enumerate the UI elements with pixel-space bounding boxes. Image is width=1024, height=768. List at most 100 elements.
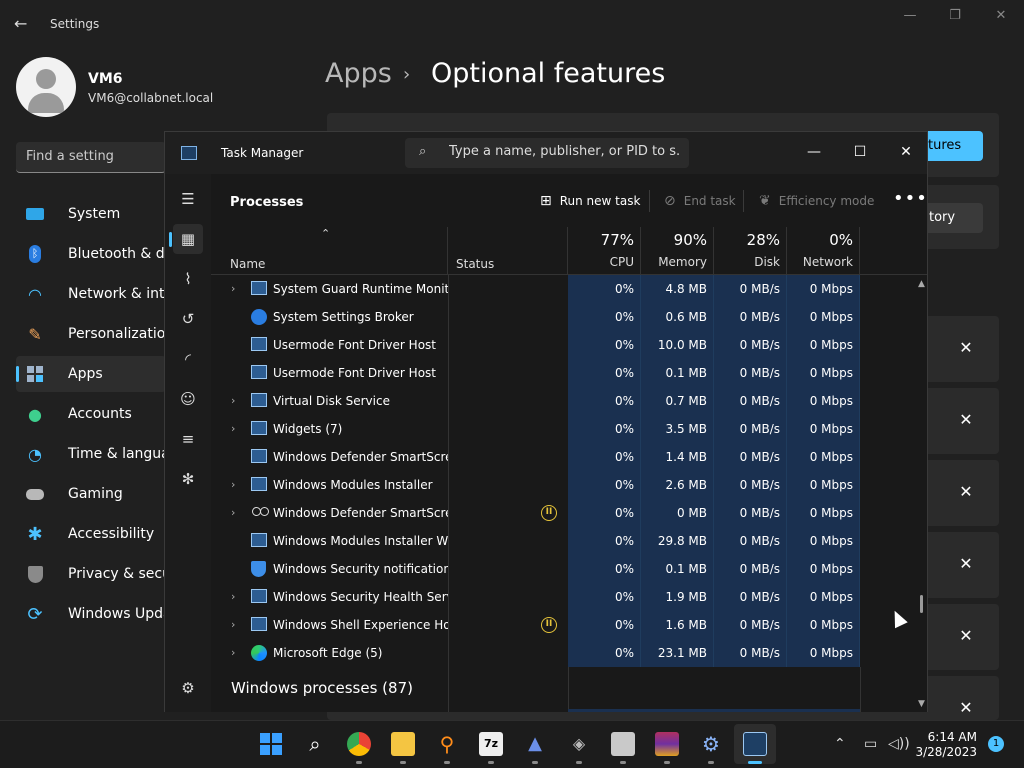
task-manager-titlebar[interactable]: Task Manager ⌕ — ☐ ✕ — [165, 132, 927, 174]
accessibility-icon: ✱ — [27, 523, 43, 545]
expand-chevron-icon[interactable]: › — [231, 394, 235, 407]
minimize-icon[interactable]: — — [791, 138, 837, 166]
windows-processes-group-header[interactable]: Windows processes (87) — [231, 679, 413, 697]
expand-chevron-icon[interactable]: › — [231, 282, 235, 295]
sidebar-item-accounts[interactable]: ● Accounts — [16, 396, 166, 432]
find-setting-input[interactable]: Find a setting — [16, 142, 166, 173]
sidebar-item-accessibility[interactable]: ✱ Accessibility — [16, 516, 166, 552]
table-row[interactable]: Usermode Font Driver Host 0% 0.1 MB 0 MB/s 0… — [211, 359, 927, 387]
clock-date[interactable]: 3/28/2023 — [915, 745, 977, 759]
sidebar-item-system[interactable]: System — [16, 196, 166, 232]
expand-chevron-icon[interactable]: › — [231, 478, 235, 491]
7zip-icon[interactable]: 7z — [479, 732, 503, 756]
disk-column-header[interactable]: 28% Disk — [714, 227, 787, 275]
network-cell: 0 Mbps — [787, 415, 860, 443]
remove-feature-icon[interactable]: ✕ — [952, 406, 980, 434]
scroll-down-icon[interactable]: ▼ — [918, 699, 925, 709]
expand-chevron-icon[interactable]: › — [231, 646, 235, 659]
app-history-tab-icon[interactable]: ↺ — [173, 304, 203, 334]
table-row[interactable]: › Windows Security Health Servi... 0%1.9 M… — [211, 583, 927, 611]
remove-feature-icon[interactable]: ✕ — [952, 622, 980, 650]
clock-time[interactable]: 6:14 AM — [915, 730, 977, 744]
inkscape-icon[interactable]: ▲ — [523, 732, 547, 756]
magnifier-app-icon[interactable]: ⚲ — [435, 732, 459, 756]
sidebar-item-bluetooth[interactable]: ᛒ Bluetooth & devi — [16, 236, 166, 272]
table-row[interactable]: ›Windows Defender SmartScreenII0%0 MB0 M… — [211, 499, 927, 527]
services-tab-icon[interactable]: ✻ — [173, 464, 203, 494]
table-row[interactable]: › Widgets (7) 0% 3.5 MB 0 MB/s 0 Mbps — [211, 415, 927, 443]
sidebar-item-gaming[interactable]: Gaming — [16, 476, 166, 512]
memory-cell: 10.0 MB — [641, 331, 714, 359]
processes-page: Processes ⊞ Run new task ⊘ End task ❦ Ef… — [211, 174, 927, 712]
remove-feature-icon[interactable]: ✕ — [952, 334, 980, 362]
maximize-icon[interactable]: ☐ — [837, 138, 883, 166]
remove-feature-icon[interactable]: ✕ — [952, 550, 980, 578]
processes-tab-icon[interactable]: ▦ — [169, 224, 203, 254]
app-cube-icon[interactable]: ◈ — [567, 732, 591, 756]
file-explorer-icon[interactable] — [391, 732, 415, 756]
expand-chevron-icon[interactable]: › — [231, 618, 235, 631]
memory-column-header[interactable]: 90% Memory — [641, 227, 714, 275]
chrome-icon[interactable] — [347, 732, 371, 756]
details-tab-icon[interactable]: ≡ — [173, 424, 203, 454]
scroll-up-icon[interactable]: ▲ — [918, 279, 925, 289]
process-search-input[interactable] — [449, 144, 681, 159]
settings-gear-icon[interactable]: ⚙ — [173, 673, 203, 703]
table-row[interactable]: Usermode Font Driver Host 0% 10.0 MB 0 MB/s… — [211, 331, 927, 359]
maximize-icon[interactable]: ❐ — [947, 8, 963, 24]
sidebar-item-privacy[interactable]: Privacy & security — [16, 556, 166, 592]
table-row[interactable]: Windows Security notification... 0% 0.1 MB… — [211, 555, 927, 583]
task-manager-taskbar-icon[interactable] — [743, 732, 767, 756]
efficiency-mode-button[interactable]: ❦ Efficiency mode — [759, 193, 874, 209]
close-icon[interactable]: ✕ — [883, 138, 929, 166]
users-tab-icon[interactable]: ☺ — [173, 384, 203, 414]
expand-chevron-icon[interactable]: › — [231, 506, 235, 519]
remove-feature-icon[interactable]: ✕ — [952, 478, 980, 506]
expand-chevron-icon[interactable]: › — [231, 590, 235, 603]
table-row[interactable]: › System Guard Runtime Monit... 0% 4.8 MB 0 … — [211, 275, 927, 303]
process-search-box[interactable]: ⌕ — [405, 138, 689, 168]
sidebar-item-network[interactable]: ◠ Network & intern — [16, 276, 166, 312]
sidebar-item-windows-update[interactable]: ⟳ Windows Update — [16, 596, 166, 632]
volume-icon[interactable]: ◁)) — [888, 736, 910, 752]
run-new-task-button[interactable]: ⊞ Run new task — [540, 193, 640, 209]
startup-apps-tab-icon[interactable]: ◜ — [173, 344, 203, 374]
more-options-icon[interactable]: ••• — [893, 188, 928, 209]
breadcrumb-apps[interactable]: Apps — [325, 58, 392, 89]
network-cell: 0 Mbps — [787, 499, 860, 527]
table-row[interactable]: › Microsoft Edge (5) 0% 23.1 MB 0 MB/s 0 Mbps — [211, 639, 927, 667]
close-icon[interactable]: ✕ — [993, 8, 1009, 24]
memory-cell: 0.1 MB — [641, 359, 714, 387]
end-task-button[interactable]: ⊘ End task — [664, 193, 736, 209]
network-column-header[interactable]: 0% Network — [787, 227, 860, 275]
sidebar-item-time-language[interactable]: ◔ Time & language — [16, 436, 166, 472]
network-tray-icon[interactable]: ▭ — [864, 736, 877, 752]
process-list-scrollbar[interactable]: ▲ ▼ — [918, 279, 926, 709]
table-row[interactable]: › Windows Modules Installer 0% 2.6 MB 0 MB/s… — [211, 471, 927, 499]
settings-gear-icon[interactable]: ⚙ — [699, 732, 723, 756]
remove-feature-icon[interactable]: ✕ — [952, 694, 980, 722]
table-row[interactable]: › Windows Shell Experience Ho... II 0% 1.6 M… — [211, 611, 927, 639]
start-windows-icon[interactable] — [259, 732, 283, 756]
notepad-icon[interactable] — [611, 732, 635, 756]
cpu-column-header[interactable]: 77% CPU — [568, 227, 641, 275]
sidebar-item-personalization[interactable]: ✎ Personalization — [16, 316, 166, 352]
hamburger-menu-icon[interactable]: ☰ — [173, 184, 203, 214]
search-icon[interactable]: ⌕ — [303, 732, 327, 756]
performance-tab-icon[interactable]: ⌇ — [173, 264, 203, 294]
show-hidden-icons-chevron-icon[interactable]: ⌃ — [834, 736, 846, 752]
minimize-icon[interactable]: — — [902, 8, 918, 24]
winrar-icon[interactable] — [655, 732, 679, 756]
expand-chevron-icon[interactable]: › — [231, 422, 235, 435]
status-column-header[interactable]: Status — [448, 227, 568, 275]
notification-badge[interactable]: 1 — [988, 736, 1004, 752]
table-row[interactable]: Windows Modules Installer W... 0% 29.8 MB 0… — [211, 527, 927, 555]
table-row[interactable]: › Virtual Disk Service 0% 0.7 MB 0 MB/s 0 Mbp… — [211, 387, 927, 415]
table-row[interactable]: System Settings Broker 0% 0.6 MB 0 MB/s 0 Mb… — [211, 303, 927, 331]
back-arrow-icon[interactable]: ← — [14, 14, 34, 34]
sidebar-item-apps[interactable]: Apps — [16, 356, 166, 392]
avatar[interactable] — [16, 57, 76, 117]
table-row[interactable]: Windows Defender SmartScreen 0%1.4 MB0 MB… — [211, 443, 927, 471]
scrollbar-thumb[interactable] — [920, 595, 923, 613]
name-column-header[interactable]: ⌃ Name — [211, 227, 448, 275]
